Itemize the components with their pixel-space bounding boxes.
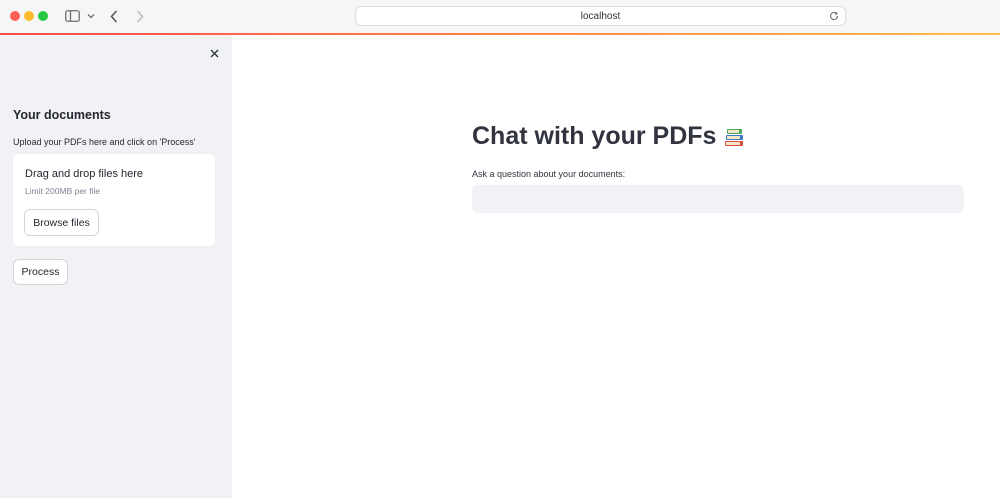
sidebar-toggle-icon[interactable] — [64, 8, 80, 24]
question-input[interactable] — [472, 185, 964, 213]
window-maximize-button[interactable] — [38, 11, 48, 21]
dropzone-title: Drag and drop files here — [25, 168, 144, 180]
books-icon — [722, 125, 746, 149]
back-arrow-icon[interactable] — [107, 8, 121, 24]
chevron-down-icon[interactable] — [85, 8, 97, 24]
address-bar[interactable]: localhost — [355, 6, 846, 26]
page-title-text: Chat with your PDFs — [472, 122, 717, 150]
address-bar-url: localhost — [580, 10, 621, 22]
browser-titlebar: localhost — [0, 0, 1000, 33]
window-minimize-button[interactable] — [24, 11, 34, 21]
question-label: Ask a question about your documents: — [472, 169, 626, 179]
sidebar-heading: Your documents — [13, 108, 111, 122]
reload-icon[interactable] — [828, 10, 840, 22]
close-icon[interactable] — [207, 46, 221, 60]
file-dropzone[interactable]: Drag and drop files here Limit 200MB per… — [13, 154, 215, 246]
upload-label: Upload your PDFs here and click on 'Proc… — [13, 137, 196, 147]
window-close-button[interactable] — [10, 11, 20, 21]
forward-arrow-icon[interactable] — [133, 8, 147, 24]
dropzone-limit: Limit 200MB per file — [25, 186, 101, 196]
browse-files-button[interactable]: Browse files — [24, 209, 99, 236]
process-button[interactable]: Process — [13, 259, 68, 285]
page-title: Chat with your PDFs — [472, 122, 746, 151]
sidebar: Your documents Upload your PDFs here and… — [0, 35, 232, 498]
